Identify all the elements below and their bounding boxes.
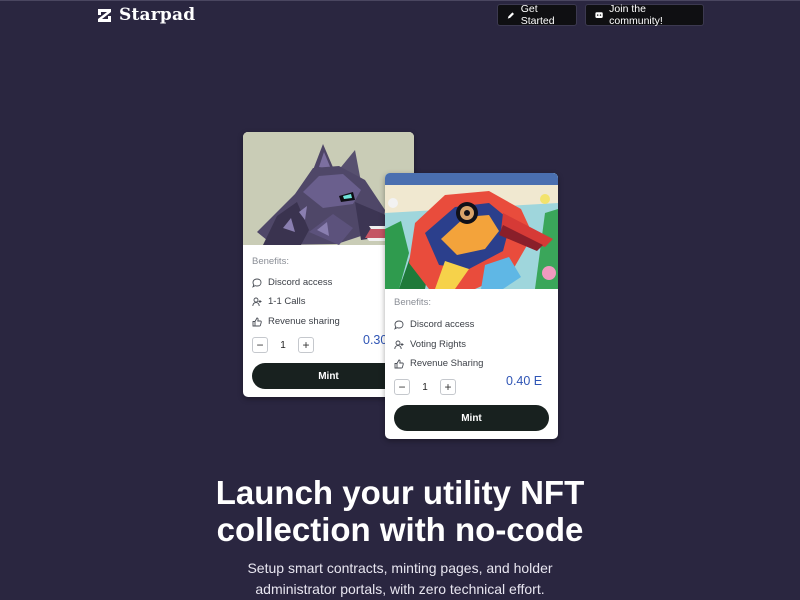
- user-plus-icon: [252, 297, 262, 306]
- plus-icon: +: [302, 338, 310, 352]
- decrement-button[interactable]: −: [252, 337, 268, 353]
- benefit-item: Discord access: [394, 319, 474, 330]
- price-value: 0.30: [363, 333, 388, 347]
- user-plus-icon: [394, 340, 404, 349]
- get-started-button[interactable]: Get Started: [497, 3, 577, 27]
- benefit-label: Revenue sharing: [268, 316, 340, 327]
- benefits-title: Benefits:: [394, 297, 431, 308]
- mint-button[interactable]: Mint: [394, 405, 549, 431]
- benefit-item: Revenue sharing: [252, 316, 340, 327]
- benefit-label: Revenue Sharing: [410, 358, 484, 369]
- increment-button[interactable]: +: [440, 379, 456, 395]
- benefit-item: 1-1 Calls: [252, 296, 306, 307]
- hero-title-line-2: collection with no-code: [216, 511, 584, 548]
- plus-icon: +: [444, 380, 452, 394]
- join-community-label: Join the community!: [609, 3, 663, 27]
- bird-nft-image: [385, 173, 558, 289]
- benefit-label: 1-1 Calls: [268, 296, 306, 307]
- get-started-label: Get Started: [520, 3, 555, 27]
- top-border: [0, 0, 800, 1]
- thumbs-up-icon: [394, 359, 404, 368]
- quantity-stepper: − 1 +: [252, 337, 314, 353]
- brand-logo[interactable]: Starpad: [98, 5, 195, 25]
- hero-subtitle-line-1: Setup smart contracts, minting pages, an…: [247, 560, 553, 576]
- benefit-item: Voting Rights: [394, 339, 466, 350]
- join-community-button[interactable]: Join the community!: [585, 3, 704, 27]
- brand-name: Starpad: [119, 5, 196, 25]
- quantity-stepper: − 1 +: [394, 379, 456, 395]
- hero-subtitle-line-2: administrator portals, with zero technic…: [255, 581, 545, 597]
- benefit-item: Revenue Sharing: [394, 358, 483, 369]
- pencil-icon: [507, 11, 514, 19]
- benefits-title: Benefits:: [252, 256, 289, 267]
- mint-button[interactable]: Mint: [252, 363, 405, 389]
- discord-icon: [595, 11, 603, 18]
- quantity-value: 1: [280, 339, 286, 351]
- increment-button[interactable]: +: [298, 337, 314, 353]
- hero-title: Launch your utility NFT collection with …: [0, 474, 800, 548]
- chat-bubble-icon: [394, 320, 404, 330]
- benefit-label: Discord access: [410, 319, 475, 330]
- price-value: 0.40 E: [506, 374, 543, 388]
- benefit-item: Discord access: [252, 277, 332, 288]
- benefit-label: Voting Rights: [410, 339, 466, 350]
- nft-card-bird: Benefits: Discord access Voting Rights R…: [385, 173, 558, 439]
- hero-subtitle: Setup smart contracts, minting pages, an…: [0, 558, 800, 600]
- minus-icon: −: [398, 380, 406, 394]
- thumbs-up-icon: [252, 317, 262, 326]
- minus-icon: −: [256, 338, 264, 352]
- hero-title-line-1: Launch your utility NFT: [215, 474, 585, 511]
- decrement-button[interactable]: −: [394, 379, 410, 395]
- chat-bubble-icon: [252, 278, 262, 288]
- benefit-label: Discord access: [268, 277, 333, 288]
- quantity-value: 1: [422, 381, 428, 393]
- logo-icon: [98, 8, 111, 22]
